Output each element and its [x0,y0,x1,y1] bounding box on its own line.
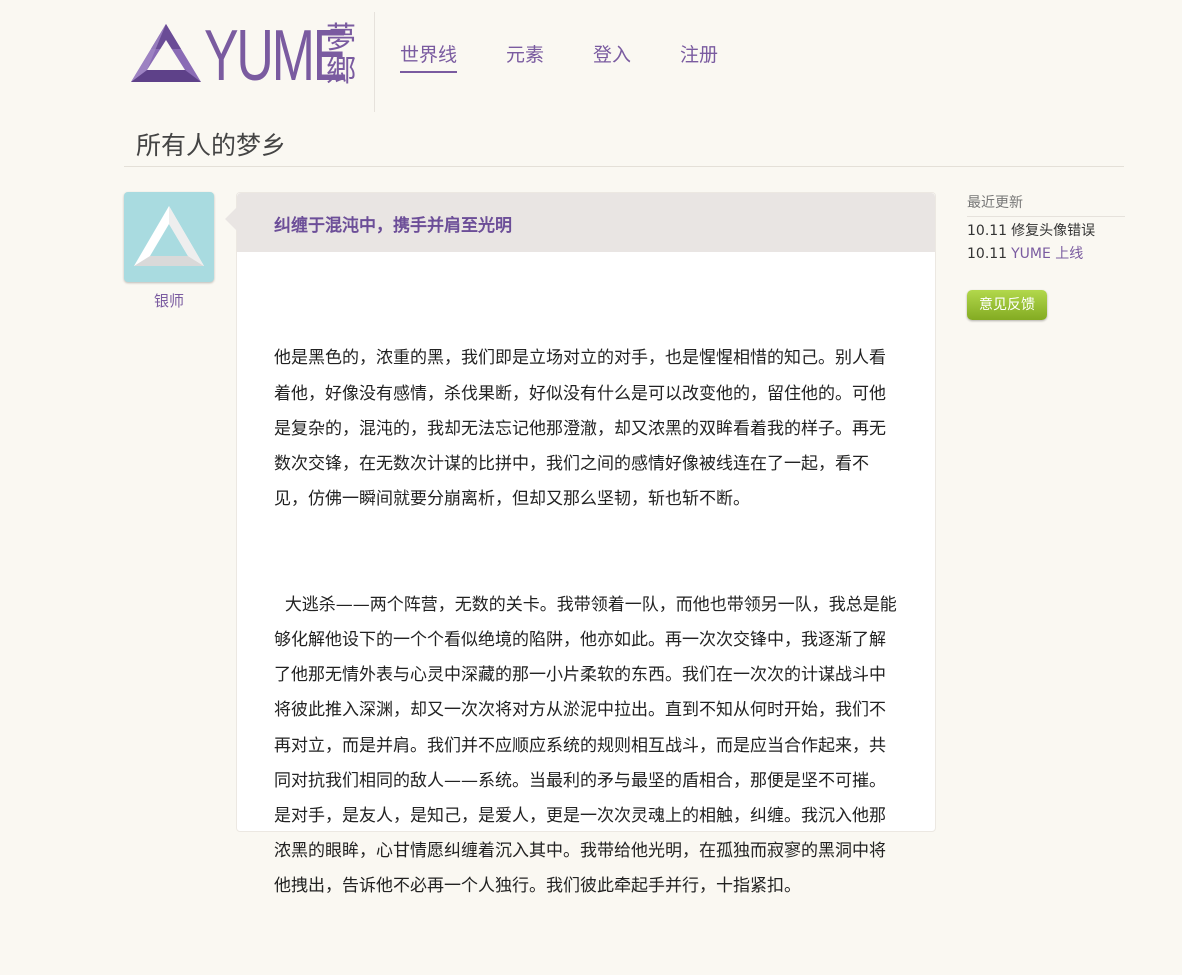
feedback-button[interactable]: 意见反馈 [967,290,1047,320]
update-text: 修复头像错误 [1011,223,1096,239]
logo-chinese: 夢郷 [326,21,356,89]
post-paragraph: 他是黑色的，浓重的黑，我们即是立场对立的对手，也是惺惺相惜的知己。别人看着他，好… [274,348,886,510]
author-name[interactable]: 银师 [124,290,214,311]
nav-login[interactable]: 登入 [593,40,631,73]
update-date: 10.11 [967,246,1008,262]
site-logo[interactable]: YUME 夢郷 [130,12,375,112]
nav-register[interactable]: 注册 [680,40,718,73]
triangle-avatar-icon [134,206,204,266]
site-header: YUME 夢郷 世界线 元素 登入 注册 [0,0,1182,112]
avatar[interactable] [124,192,214,282]
nav-world-line[interactable]: 世界线 [400,40,458,73]
post-card: 纠缠于混沌中，携手并肩至光明 他是黑色的，浓重的黑，我们即是立场对立的对手，也是… [225,192,936,896]
triangle-logo-icon [131,24,201,82]
post-pointer [225,207,237,231]
main-nav: 世界线 元素 登入 注册 [400,40,767,73]
page-title: 所有人的梦乡 [136,131,287,160]
logo-wordmark: YUME [204,16,347,96]
update-item: 10.11 YUME 上线 [967,245,1125,263]
update-link[interactable]: YUME 上线 [1011,246,1083,262]
title-divider [124,166,1124,167]
update-item: 10.11 修复头像错误 [967,222,1125,240]
sidebar-recent-updates: 最近更新 10.11 修复头像错误 10.11 YUME 上线 [967,192,1125,263]
nav-elements[interactable]: 元素 [506,40,544,73]
update-date: 10.11 [967,223,1008,239]
post-title[interactable]: 纠缠于混沌中，携手并肩至光明 [274,211,512,236]
recent-updates-heading: 最近更新 [967,192,1125,217]
post-body: 他是黑色的，浓重的黑，我们即是立场对立的对手，也是惺惺相惜的知己。别人看着他，好… [274,271,898,975]
post-paragraph: 大逃杀——两个阵营，无数的关卡。我带领着一队，而他也带领另一队，我总是能够化解他… [274,594,897,897]
